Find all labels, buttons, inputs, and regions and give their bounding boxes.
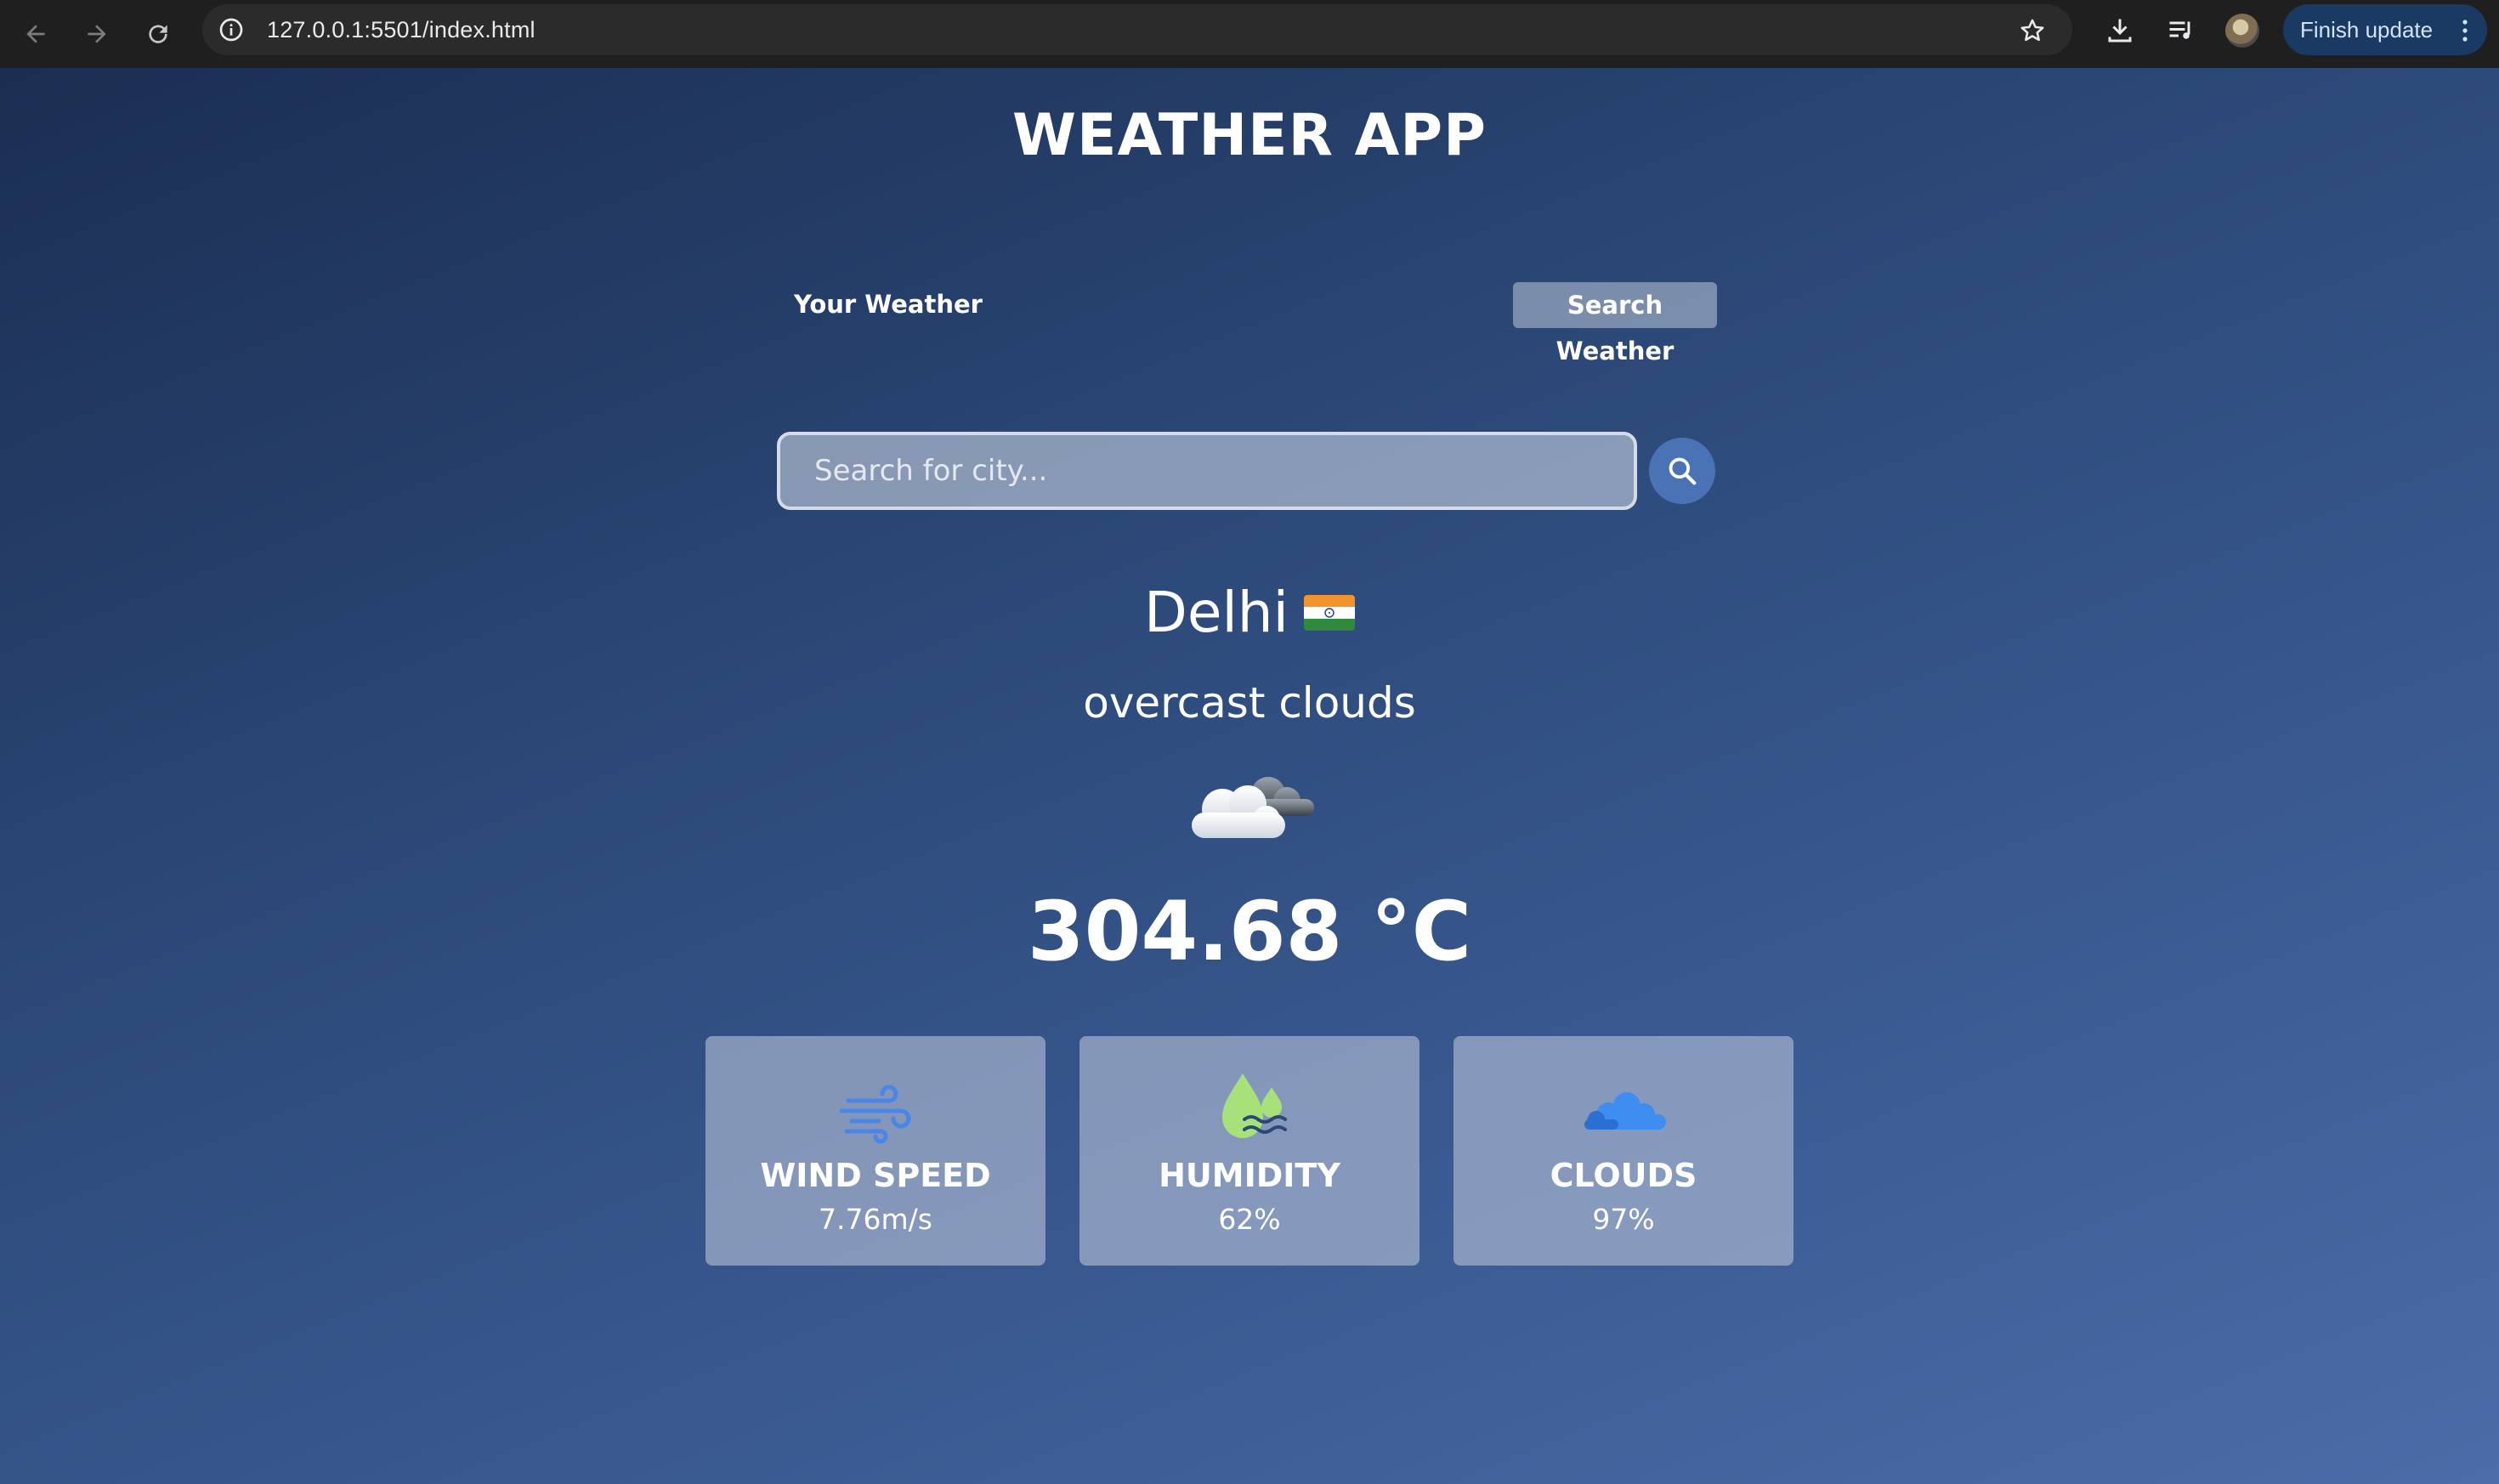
- reload-button[interactable]: [136, 12, 180, 56]
- forward-arrow-icon: [88, 25, 106, 43]
- weather-app-page: WEATHER APP Your Weather Search Weather …: [0, 68, 2499, 1484]
- search-icon: [1669, 457, 1697, 485]
- finish-update-button[interactable]: Finish update: [2283, 4, 2487, 55]
- weather-stats: WIND SPEED 7.76m/s HUMIDITY 62% CLOUDS 9…: [706, 1036, 1794, 1266]
- humidity-value: 62%: [1218, 1203, 1281, 1236]
- tab-your-weather[interactable]: Your Weather: [780, 279, 996, 330]
- clouds-card: CLOUDS 97%: [1454, 1036, 1794, 1266]
- humidity-label: HUMIDITY: [1159, 1157, 1340, 1194]
- media-queue-icon[interactable]: [2166, 15, 2196, 46]
- address-bar[interactable]: 127.0.0.1:5501/index.html: [202, 4, 2072, 55]
- profile-avatar[interactable]: [2225, 14, 2259, 48]
- clouds-value: 97%: [1592, 1203, 1655, 1236]
- forward-button[interactable]: [75, 12, 119, 56]
- city-name: Delhi: [1144, 580, 1289, 645]
- city-row: Delhi: [0, 580, 2499, 645]
- bookmark-star-icon[interactable]: [2018, 16, 2047, 45]
- search-button[interactable]: [1649, 438, 1715, 504]
- more-menu-icon: [2462, 20, 2468, 42]
- india-flag-icon: [1303, 594, 1355, 631]
- site-info-icon[interactable]: [218, 16, 245, 43]
- humidity-icon: [1222, 1073, 1287, 1138]
- clouds-icon: [1584, 1092, 1666, 1130]
- tab-search-weather[interactable]: Search Weather: [1513, 282, 1717, 365]
- wind-speed-label: WIND SPEED: [760, 1157, 991, 1194]
- reload-icon: [149, 25, 167, 43]
- wind-speed-value: 7.76m/s: [819, 1203, 932, 1236]
- browser-toolbar: 127.0.0.1:5501/index.html Finish update: [0, 0, 2499, 68]
- back-arrow-icon: [26, 25, 45, 43]
- overcast-clouds-icon: [1192, 777, 1314, 838]
- temperature: 304.68 °C: [1027, 884, 1472, 979]
- wind-icon: [839, 1085, 911, 1144]
- download-icon[interactable]: [2105, 15, 2135, 46]
- weather-description: overcast clouds: [1083, 678, 1416, 728]
- humidity-card: HUMIDITY 62%: [1080, 1036, 1420, 1266]
- clouds-label: CLOUDS: [1550, 1157, 1697, 1194]
- wind-speed-card: WIND SPEED 7.76m/s: [706, 1036, 1046, 1266]
- url-text: 127.0.0.1:5501/index.html: [267, 17, 536, 42]
- city-search-input[interactable]: [777, 432, 1637, 510]
- finish-update-label: Finish update: [2300, 16, 2434, 42]
- back-button[interactable]: [14, 12, 58, 56]
- app-title: WEATHER APP: [1012, 102, 1487, 169]
